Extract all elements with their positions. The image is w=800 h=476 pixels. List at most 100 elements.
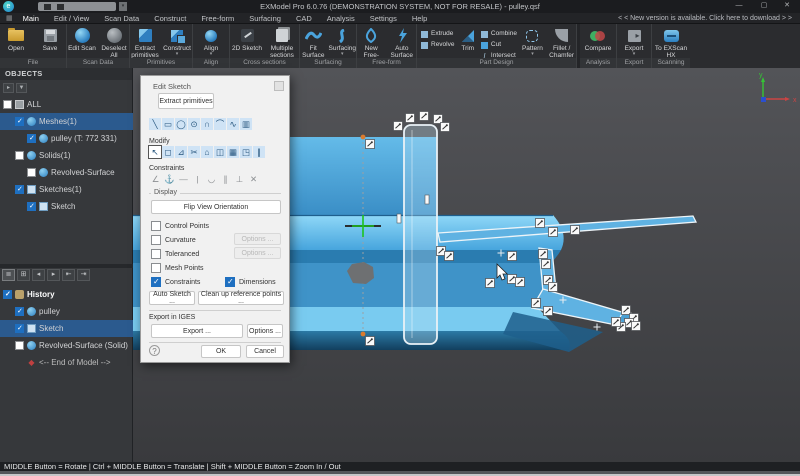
vertical-constraint-icon[interactable]: | <box>191 173 204 185</box>
edit-scan-button[interactable]: Edit Scan <box>67 27 97 52</box>
checkbox-checked[interactable] <box>27 134 36 143</box>
checkbox[interactable] <box>27 168 36 177</box>
surfacing-button[interactable]: Surfacing▾ <box>329 27 356 56</box>
toleranced-checkbox-row[interactable]: Toleranced <box>151 249 199 259</box>
2d-sketch-button[interactable]: 2D Sketch <box>231 27 264 52</box>
curvature-checkbox-row[interactable]: Curvature <box>151 235 196 245</box>
trim-button[interactable]: Trim <box>457 27 479 52</box>
revolve-button[interactable]: Revolve <box>421 41 455 49</box>
deselect-all-button[interactable]: Deselect All <box>99 27 129 59</box>
extract-primitives-dialog-button[interactable]: Extract primitives <box>158 93 214 109</box>
menu-cad[interactable]: CAD <box>296 14 312 23</box>
cut-button[interactable]: Cut <box>481 41 518 49</box>
arc-3pt-tool-icon[interactable]: ⌒ <box>214 118 226 130</box>
tree-item-meshes[interactable]: Meshes(1) <box>0 113 133 130</box>
parallel-constraint-icon[interactable]: ∥ <box>219 173 232 185</box>
flip-view-orientation-button[interactable]: Flip View Orientation <box>151 200 281 214</box>
checkbox-checked[interactable] <box>27 202 36 211</box>
align-button[interactable]: Align▾ <box>195 27 228 56</box>
trim-tool-icon[interactable]: ◻ <box>162 146 174 158</box>
perpendicular-constraint-icon[interactable]: ⊥ <box>233 173 246 185</box>
combine-button[interactable]: Combine <box>481 30 518 38</box>
fix-constraint-icon[interactable]: ∠ <box>149 173 162 185</box>
dimensions-checkbox-row[interactable]: Dimensions <box>225 277 276 287</box>
construct-button[interactable]: Construct▾ <box>162 27 192 56</box>
history-tree-view-button[interactable]: ⊞ <box>17 269 30 281</box>
centerline-endpoint-bottom[interactable] <box>361 332 366 337</box>
maximize-button[interactable]: ▢ <box>753 0 775 12</box>
extend-tool-icon[interactable]: ⊿ <box>175 146 187 158</box>
pattern-button[interactable]: Pattern▾ <box>520 27 546 56</box>
menu-main[interactable]: Main <box>23 14 39 23</box>
toleranced-options-button[interactable]: Options ... <box>234 247 281 259</box>
delete-constraint-icon[interactable]: ✕ <box>247 173 260 185</box>
circle-tool-icon[interactable]: ◯ <box>175 118 187 130</box>
tree-item-all[interactable]: ALL <box>0 96 133 113</box>
auto-sketch-button[interactable]: Auto Sketch ... <box>149 291 195 305</box>
checkbox[interactable] <box>151 263 161 273</box>
menu-surfacing[interactable]: Surfacing <box>249 14 281 23</box>
constraints-checkbox-row[interactable]: Constraints <box>151 277 200 287</box>
dialog-close-icon[interactable] <box>274 81 284 91</box>
minimize-button[interactable]: — <box>728 0 750 12</box>
history-step-forward-button[interactable]: ▸ <box>47 269 60 281</box>
delete-tool-icon[interactable]: ✂ <box>188 146 200 158</box>
line-tool-icon[interactable]: ╲ <box>149 118 161 130</box>
checkbox-checked[interactable] <box>15 185 24 194</box>
menu-settings[interactable]: Settings <box>370 14 397 23</box>
history-item-root[interactable]: History <box>0 286 133 303</box>
tree-item-revolved-surface[interactable]: Revolved-Surface <box>0 164 133 181</box>
multiple-sections-button[interactable]: Multiple sections <box>266 27 299 59</box>
ok-button[interactable]: OK <box>201 345 241 358</box>
extract-primitives-button[interactable]: Extract primitives <box>130 27 160 59</box>
checkbox-checked[interactable] <box>151 277 161 287</box>
export-iges-button[interactable]: Export ... <box>151 324 243 338</box>
save-button[interactable]: Save <box>34 27 66 52</box>
menu-scan-data[interactable]: Scan Data <box>104 14 139 23</box>
menu-edit-view[interactable]: Edit / View <box>54 14 89 23</box>
horizontal-constraint-icon[interactable]: — <box>177 173 190 185</box>
checkbox[interactable] <box>15 341 24 350</box>
fillet-chamfer-button[interactable]: Fillet / Chamfer <box>547 27 576 59</box>
checkbox-checked[interactable] <box>3 290 12 299</box>
checkbox-checked[interactable] <box>15 324 24 333</box>
mesh-points-checkbox-row[interactable]: Mesh Points <box>151 263 204 273</box>
close-button[interactable]: ✕ <box>776 0 798 12</box>
history-go-start-button[interactable]: ⇤ <box>62 269 75 281</box>
circle-center-tool-icon[interactable]: ⊙ <box>188 118 200 130</box>
history-item-end-of-model[interactable]: ◆ <-- End of Model --> <box>0 354 133 371</box>
update-notice-link[interactable]: < < New version is available. Click here… <box>618 15 792 22</box>
history-go-end-button[interactable]: ⇥ <box>77 269 90 281</box>
menu-free-form[interactable]: Free-form <box>201 14 234 23</box>
slot-tool-icon[interactable]: ▥ <box>240 118 252 130</box>
offset-tool-icon[interactable]: ∥ <box>253 146 265 158</box>
history-item-sketch[interactable]: Sketch <box>0 320 133 337</box>
cancel-button[interactable]: Cancel <box>246 345 284 358</box>
checkbox[interactable] <box>151 221 161 231</box>
tree-item-pulley[interactable]: pulley (T: 772 331) <box>0 130 133 147</box>
objects-expand-button[interactable]: ▸ <box>3 83 14 93</box>
menu-help[interactable]: Help <box>412 14 427 23</box>
centerline-endpoint-top[interactable] <box>361 135 366 140</box>
to-exscan-hx-button[interactable]: To EXScan HX <box>655 27 688 59</box>
menu-construct[interactable]: Construct <box>154 14 186 23</box>
extrude-button[interactable]: Extrude <box>421 30 455 38</box>
menu-analysis[interactable]: Analysis <box>327 14 355 23</box>
select-tool-icon[interactable]: ↖ <box>149 146 161 158</box>
history-step-back-button[interactable]: ◂ <box>32 269 45 281</box>
checkbox-checked[interactable] <box>15 117 24 126</box>
export-options-button[interactable]: Options ... <box>247 324 283 338</box>
chamfer-tool-icon[interactable]: ◳ <box>240 146 252 158</box>
cleanup-reference-points-button[interactable]: Clean up reference points ... <box>198 291 284 305</box>
compare-button[interactable]: Compare <box>582 27 615 52</box>
open-button[interactable]: Open <box>0 27 32 52</box>
arc-tool-icon[interactable]: ∩ <box>201 118 213 130</box>
checkbox[interactable] <box>15 151 24 160</box>
fit-surface-button[interactable]: Fit Surface <box>300 27 327 59</box>
checkbox[interactable] <box>3 100 12 109</box>
export-button[interactable]: Export▾ <box>618 27 651 56</box>
history-list-view-button[interactable]: ≣ <box>2 269 15 281</box>
history-item-revolved-surface[interactable]: Revolved-Surface (Solid) <box>0 337 133 354</box>
fillet-tool-icon[interactable]: ⌂ <box>201 146 213 158</box>
curvature-options-button[interactable]: Options ... <box>234 233 281 245</box>
